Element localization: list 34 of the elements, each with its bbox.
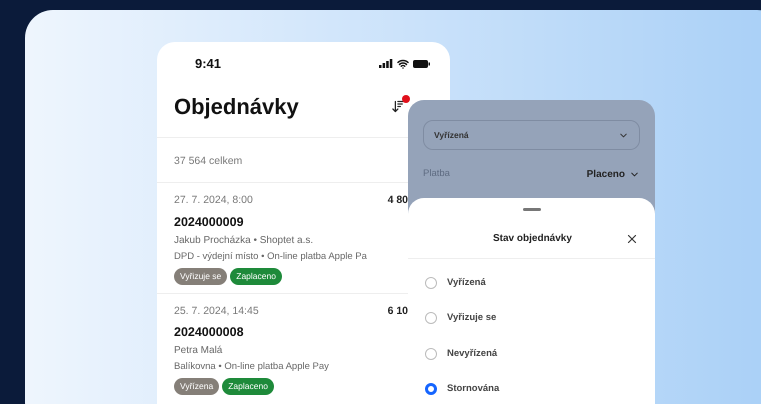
radio-button[interactable] [425, 312, 437, 324]
status-option[interactable]: Stornována [408, 372, 655, 404]
order-count: 37 564 celkem [174, 155, 242, 167]
radio-button[interactable] [425, 348, 437, 360]
wifi-icon [397, 58, 409, 70]
order-date: 27. 7. 2024, 8:00 [174, 193, 253, 208]
order-amount: 6 10 [388, 304, 408, 318]
status-select[interactable]: Vyřízená [423, 120, 640, 150]
radio-button[interactable] [425, 383, 437, 396]
status-tag: Vyřízena [174, 378, 220, 395]
payment-dropdown[interactable]: Placeno [586, 167, 640, 182]
status-option[interactable]: Nevyřízená [408, 336, 655, 372]
payment-label: Platba [423, 167, 450, 182]
order-number: 2024000009 [174, 214, 245, 231]
order-delivery: Balíkovna • On-line platba Apple Pay [174, 360, 330, 374]
status-time: 9:41 [195, 54, 222, 73]
order-date: 25. 7. 2024, 14:45 [174, 304, 259, 318]
page-title: Objednávky [174, 93, 299, 121]
sort-icon [391, 99, 406, 114]
sheet-handle[interactable] [522, 208, 540, 211]
status-option[interactable]: Vyřizuje se [408, 300, 655, 336]
order-number: 2024000008 [174, 324, 245, 342]
order-delivery: DPD - výdejní místo • On-line platba Apple Pa [174, 250, 368, 264]
radio-button[interactable] [425, 276, 437, 289]
signal-icon [379, 59, 393, 68]
status-option[interactable]: Vyřízená [408, 265, 655, 300]
status-tag: Zaplaceno [230, 268, 282, 284]
order-customer: Petra Malá [174, 344, 224, 358]
status-tag: Vyřizuje se [174, 268, 228, 284]
order-amount: 4 80 [388, 193, 408, 208]
order-customer: Jakub Procházka • Shoptet a.s. [174, 234, 314, 248]
status-tag: Zaplaceno [222, 378, 274, 395]
sheet-title: Stav objednávky [493, 232, 572, 246]
battery-icon [413, 60, 430, 68]
